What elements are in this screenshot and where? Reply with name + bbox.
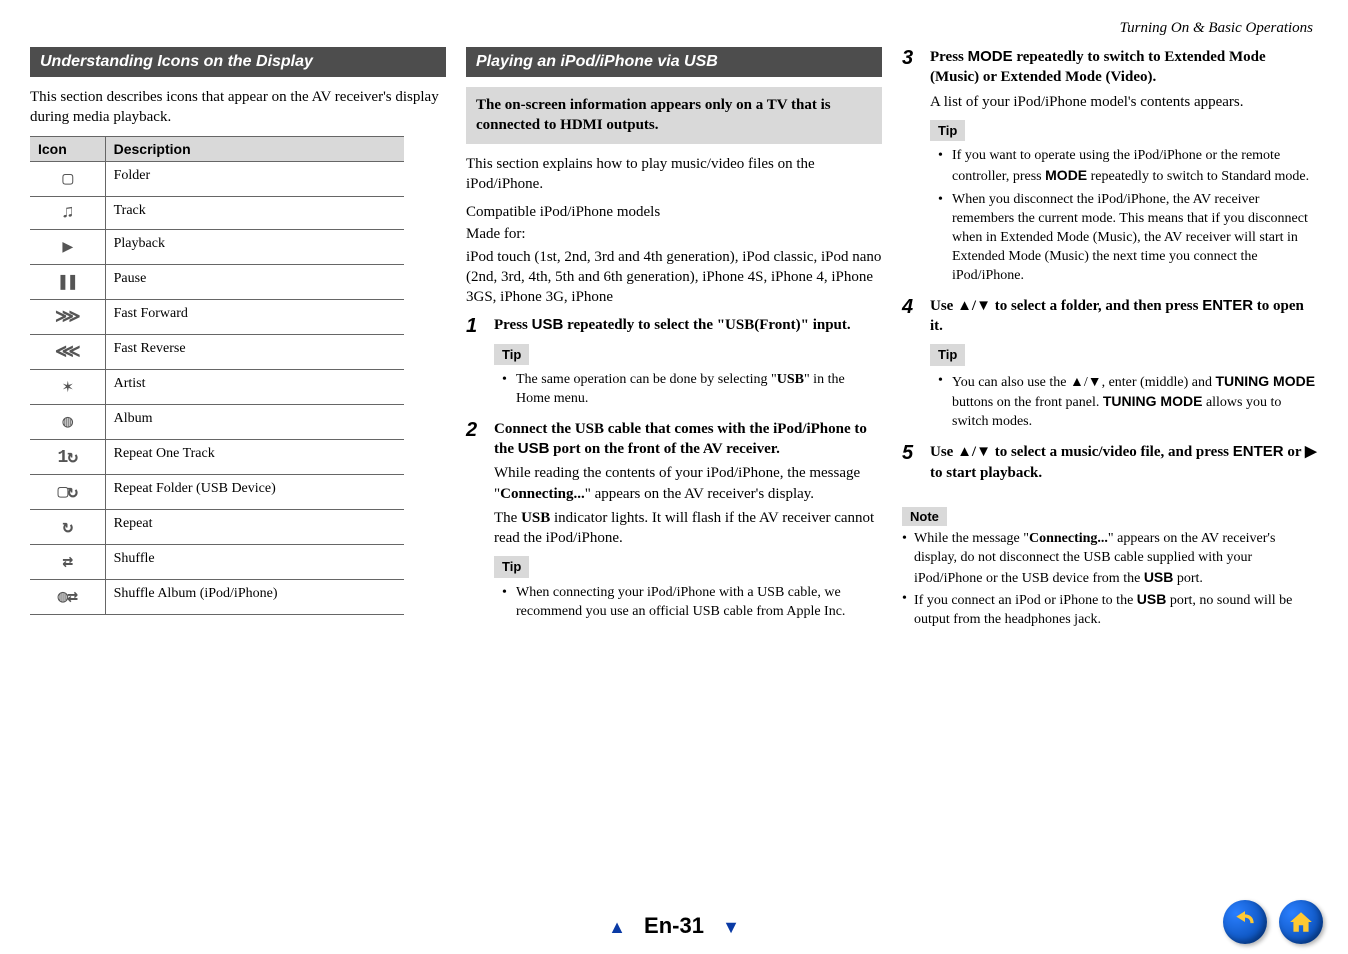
column-1: Understanding Icons on the Display This … xyxy=(30,47,446,632)
th-icon: Icon xyxy=(30,136,105,161)
step-5: 5 Use ▲/▼ to select a music/video file, … xyxy=(902,442,1318,483)
cell-desc: Folder xyxy=(105,161,404,196)
tip-label: Tip xyxy=(930,344,965,366)
note-list: While the message "Connecting..." appear… xyxy=(902,530,1318,630)
note-label: Note xyxy=(902,507,947,526)
repeat-folder-icon: ▢↻ xyxy=(30,474,105,509)
note-item-2: If you connect an iPod or iPhone to the … xyxy=(902,590,1318,630)
step-1-text: Press USB repeatedly to select the "USB(… xyxy=(494,315,882,335)
table-row: ❚❚Pause xyxy=(30,264,404,299)
step-2-text: Connect the USB cable that comes with th… xyxy=(494,419,882,460)
cell-desc: Shuffle Album (iPod/iPhone) xyxy=(105,579,404,614)
playback-icon: ▶ xyxy=(30,229,105,264)
track-icon: ♫ xyxy=(30,196,105,229)
table-row: ◍⇄Shuffle Album (iPod/iPhone) xyxy=(30,579,404,614)
tip-3-item-1: If you want to operate using the iPod/iP… xyxy=(942,147,1318,187)
icons-table: Icon Description ▢Folder ♫Track ▶Playbac… xyxy=(30,136,404,615)
icons-intro-text: This section describes icons that appear… xyxy=(30,87,446,128)
step-number-1: 1 xyxy=(466,315,484,413)
step-number-4: 4 xyxy=(902,296,920,437)
ipod-intro-3: Made for: xyxy=(466,224,882,244)
step-4: 4 Use ▲/▼ to select a folder, and then p… xyxy=(902,296,1318,437)
cell-desc: Album xyxy=(105,404,404,439)
artist-icon: ✶ xyxy=(30,369,105,404)
cell-desc: Repeat xyxy=(105,509,404,544)
step-2-sub-2: The USB indicator lights. It will flash … xyxy=(494,508,882,549)
folder-icon: ▢ xyxy=(30,161,105,196)
tip-1-list: The same operation can be done by select… xyxy=(494,371,882,409)
page-footer: ▲ En-31 ▼ xyxy=(0,913,1348,939)
tip-3-list: If you want to operate using the iPod/iP… xyxy=(930,147,1318,285)
step-4-text: Use ▲/▼ to select a folder, and then pre… xyxy=(930,296,1318,337)
section-header-ipod: Playing an iPod/iPhone via USB xyxy=(466,47,882,77)
step-number-3: 3 xyxy=(902,47,920,290)
table-row: 1↻Repeat One Track xyxy=(30,439,404,474)
repeat-icon: ↻ xyxy=(30,509,105,544)
shuffle-icon: ⇄ xyxy=(30,544,105,579)
th-description: Description xyxy=(105,136,404,161)
page-number: En-31 xyxy=(644,913,704,938)
step-5-text: Use ▲/▼ to select a music/video file, an… xyxy=(930,442,1318,483)
column-2: Playing an iPod/iPhone via USB The on-sc… xyxy=(466,47,882,632)
table-row: ↻Repeat xyxy=(30,509,404,544)
cell-desc: Artist xyxy=(105,369,404,404)
tip-label: Tip xyxy=(494,556,529,578)
home-button[interactable] xyxy=(1279,900,1323,944)
cell-desc: Fast Forward xyxy=(105,299,404,334)
header-breadcrumb: Turning On & Basic Operations xyxy=(30,20,1318,37)
cell-desc: Track xyxy=(105,196,404,229)
next-page-icon[interactable]: ▼ xyxy=(722,917,740,937)
table-row: ▢Folder xyxy=(30,161,404,196)
ipod-intro-1: This section explains how to play music/… xyxy=(466,154,882,195)
tip-4-list: You can also use the ▲/▼, enter (middle)… xyxy=(930,372,1318,433)
tip-2-item: When connecting your iPod/iPhone with a … xyxy=(506,584,882,622)
cell-desc: Shuffle xyxy=(105,544,404,579)
step-1: 1 Press USB repeatedly to select the "US… xyxy=(466,315,882,413)
ipod-intro-2: Compatible iPod/iPhone models xyxy=(466,202,882,222)
album-icon: ◍ xyxy=(30,404,105,439)
cell-desc: Playback xyxy=(105,229,404,264)
ipod-intro-4: iPod touch (1st, 2nd, 3rd and 4th genera… xyxy=(466,247,882,308)
home-icon xyxy=(1288,909,1314,935)
cell-desc: Repeat One Track xyxy=(105,439,404,474)
tip-1-item: The same operation can be done by select… xyxy=(506,371,882,409)
cell-desc: Fast Reverse xyxy=(105,334,404,369)
step-number-5: 5 xyxy=(902,442,920,483)
step-3-sub: A list of your iPod/iPhone model's conte… xyxy=(930,92,1318,112)
column-3: 3 Press MODE repeatedly to switch to Ext… xyxy=(902,47,1318,632)
table-row: ◍Album xyxy=(30,404,404,439)
section-header-icons: Understanding Icons on the Display xyxy=(30,47,446,77)
fast-forward-icon: ⋙ xyxy=(30,299,105,334)
cell-desc: Pause xyxy=(105,264,404,299)
repeat-one-icon: 1↻ xyxy=(30,439,105,474)
pause-icon: ❚❚ xyxy=(30,264,105,299)
step-3-text: Press MODE repeatedly to switch to Exten… xyxy=(930,47,1318,88)
table-row: ✶Artist xyxy=(30,369,404,404)
cell-desc: Repeat Folder (USB Device) xyxy=(105,474,404,509)
step-number-2: 2 xyxy=(466,419,484,626)
step-2-sub-1: While reading the contents of your iPod/… xyxy=(494,463,882,504)
table-row: ▶Playback xyxy=(30,229,404,264)
step-2: 2 Connect the USB cable that comes with … xyxy=(466,419,882,626)
note-item-1: While the message "Connecting..." appear… xyxy=(902,530,1318,589)
tip-3-item-2: When you disconnect the iPod/iPhone, the… xyxy=(942,191,1318,285)
step-3: 3 Press MODE repeatedly to switch to Ext… xyxy=(902,47,1318,290)
back-button[interactable] xyxy=(1223,900,1267,944)
table-row: ⋙Fast Forward xyxy=(30,299,404,334)
table-row: ⇄Shuffle xyxy=(30,544,404,579)
tip-2-list: When connecting your iPod/iPhone with a … xyxy=(494,584,882,622)
fast-reverse-icon: ⋘ xyxy=(30,334,105,369)
prev-page-icon[interactable]: ▲ xyxy=(608,917,626,937)
table-row: ▢↻Repeat Folder (USB Device) xyxy=(30,474,404,509)
tip-4-item: You can also use the ▲/▼, enter (middle)… xyxy=(942,372,1318,433)
shuffle-album-icon: ◍⇄ xyxy=(30,579,105,614)
tip-label: Tip xyxy=(494,344,529,366)
table-row: ♫Track xyxy=(30,196,404,229)
table-row: ⋘Fast Reverse xyxy=(30,334,404,369)
tip-label: Tip xyxy=(930,120,965,142)
back-arrow-icon xyxy=(1232,909,1258,935)
hdmi-callout: The on-screen information appears only o… xyxy=(466,87,882,144)
